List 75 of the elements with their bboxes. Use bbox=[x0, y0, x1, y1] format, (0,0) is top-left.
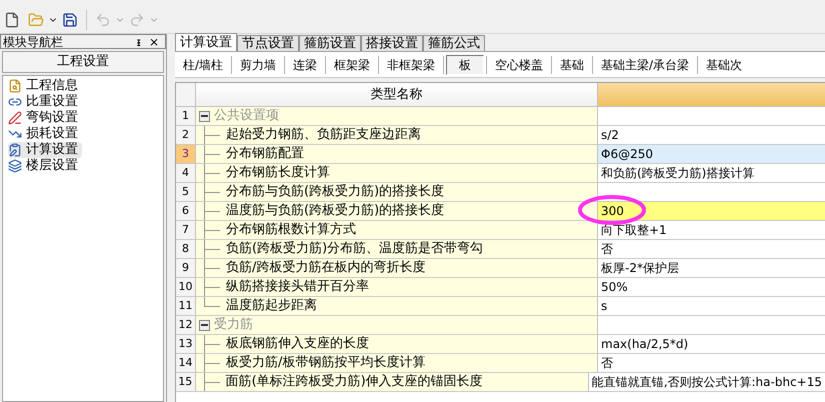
row-number: 13 bbox=[176, 335, 196, 353]
setting-value[interactable]: max(ha/2,5*d) bbox=[601, 335, 688, 353]
row-number: 10 bbox=[176, 278, 196, 296]
row-number: 15 bbox=[176, 373, 196, 391]
collapse-toggle-icon[interactable] bbox=[199, 320, 210, 330]
category-tab[interactable]: 非框架梁 bbox=[381, 54, 442, 74]
setting-name: 板底钢筋伸入支座的长度 bbox=[226, 335, 369, 354]
row-number: 6 bbox=[176, 202, 196, 220]
nav-item[interactable]: 工程信息 bbox=[8, 78, 82, 94]
row-number: 8 bbox=[176, 240, 196, 258]
setting-value[interactable]: 能直锚就直锚,否则按公式计算:ha-bhc+15 bbox=[592, 373, 822, 391]
setting-value[interactable]: 板厚-2*保护层 bbox=[601, 259, 679, 277]
panel-title: 模块导航栏 bbox=[3, 36, 64, 48]
row-number: 2 bbox=[176, 126, 196, 144]
row-number: 11 bbox=[176, 297, 196, 315]
setting-name: 分布钢筋长度计算 bbox=[226, 164, 330, 182]
category-tab[interactable]: 空心楼盖 bbox=[489, 54, 550, 74]
save-icon[interactable] bbox=[62, 12, 78, 28]
category-tab[interactable]: 剪力墙 bbox=[234, 54, 282, 74]
setting-value[interactable]: 向下取整+1 bbox=[601, 221, 667, 239]
setting-name: 温度筋与负筋(跨板受力筋)的搭接长度 bbox=[226, 202, 444, 220]
setting-name: 负筋/跨板受力筋在板内的弯折长度 bbox=[226, 259, 426, 278]
row-number: 1 bbox=[176, 107, 196, 125]
setting-name: 负筋(跨板受力筋)分布筋、温度筋是否带弯勾 bbox=[226, 240, 484, 258]
new-document-icon[interactable] bbox=[4, 12, 20, 28]
row-number: 12 bbox=[176, 316, 196, 334]
search-document-icon bbox=[8, 79, 22, 93]
tab[interactable]: 箍筋公式 bbox=[423, 35, 485, 51]
clipboard-pencil-icon bbox=[8, 143, 22, 157]
setting-value[interactable]: 否 bbox=[601, 240, 613, 258]
setting-name: 纵筋搭接接头错开百分率 bbox=[226, 278, 369, 296]
category-tab[interactable]: 基础主梁/承台梁 bbox=[595, 54, 696, 74]
row-number: 7 bbox=[176, 221, 196, 239]
nav-item[interactable]: 楼层设置 bbox=[8, 158, 82, 174]
setting-value[interactable]: 50% bbox=[601, 278, 628, 296]
column-header: 类型名称 bbox=[196, 83, 598, 106]
setting-name: 起始受力钢筋、负筋距支座边距离 bbox=[226, 126, 421, 144]
setting-name: 面筋(单标注跨板受力筋)伸入支座的锚固长度 bbox=[226, 373, 483, 392]
category-tab[interactable]: 基础 bbox=[554, 54, 590, 74]
setting-value[interactable]: 否 bbox=[601, 354, 613, 372]
nav-item[interactable]: 比重设置 bbox=[8, 94, 82, 110]
setting-name: 分布钢筋配置 bbox=[226, 145, 304, 164]
tab[interactable]: 搭接设置 bbox=[361, 35, 423, 51]
nav-item[interactable]: 计算设置 bbox=[8, 142, 82, 158]
collapse-toggle-icon[interactable] bbox=[199, 110, 210, 122]
category-tab[interactable]: 柱/墙柱 bbox=[177, 54, 230, 74]
category-tab[interactable]: 框架梁 bbox=[328, 54, 376, 74]
stack-icon bbox=[8, 159, 22, 173]
tab[interactable]: 节点设置 bbox=[237, 35, 299, 51]
pencil-icon bbox=[8, 111, 22, 125]
setting-name: 温度筋起步距离 bbox=[226, 297, 317, 316]
row-number: 5 bbox=[176, 183, 196, 201]
setting-value[interactable]: 和负筋(跨板受力筋)搭接计算 bbox=[601, 164, 754, 182]
category-tab[interactable]: 连梁 bbox=[287, 54, 324, 74]
setting-name: 板受力筋/板带钢筋按平均长度计算 bbox=[226, 354, 426, 372]
row-number: 3 bbox=[176, 145, 196, 163]
nav-item[interactable]: 损耗设置 bbox=[8, 126, 82, 142]
setting-name: 分布筋与负筋(跨板受力筋)的搭接长度 bbox=[226, 183, 444, 202]
pin-icon[interactable]: ᵻ bbox=[132, 36, 145, 48]
setting-value[interactable]: 300 bbox=[601, 202, 624, 220]
category-tab[interactable]: 基础次 bbox=[700, 54, 748, 74]
group-label: 公共设置项 bbox=[214, 107, 279, 126]
setting-value[interactable]: s/2 bbox=[601, 126, 619, 144]
tab[interactable]: 箍筋设置 bbox=[299, 35, 361, 51]
close-icon[interactable]: × bbox=[144, 36, 163, 48]
row-number: 14 bbox=[176, 354, 196, 372]
tab[interactable]: 计算设置 bbox=[175, 33, 237, 51]
nav-item[interactable]: 弯钩设置 bbox=[8, 110, 82, 126]
row-number: 9 bbox=[176, 259, 196, 277]
setting-name: 分布钢筋根数计算方式 bbox=[226, 221, 356, 240]
setting-value[interactable]: s bbox=[601, 297, 608, 315]
category-tab[interactable]: 板 bbox=[446, 54, 484, 74]
group-label: 受力筋 bbox=[214, 316, 253, 334]
section-header[interactable]: 工程设置 bbox=[2, 51, 164, 73]
row-number: 4 bbox=[176, 164, 196, 182]
